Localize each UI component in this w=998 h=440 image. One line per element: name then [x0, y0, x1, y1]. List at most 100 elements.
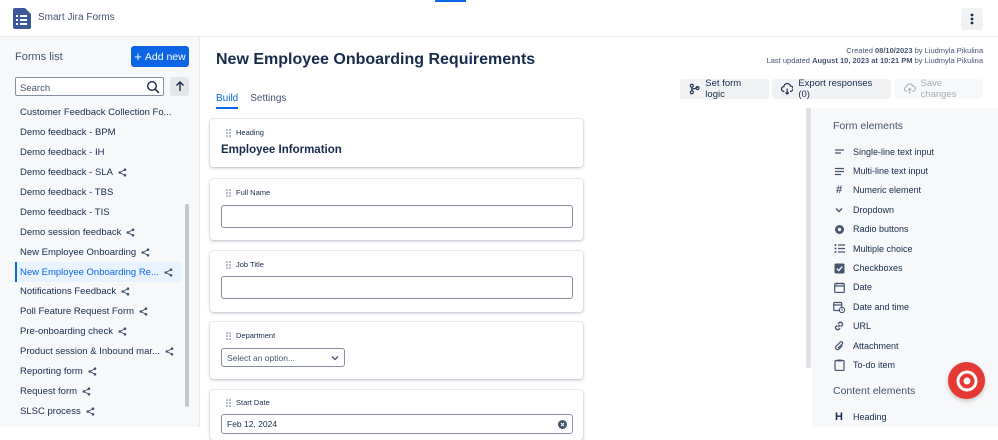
form-list-item[interactable]: New Employee Onboarding Re... — [15, 262, 181, 283]
element-item-label: Attachment — [853, 340, 899, 351]
full-name-card[interactable]: Full Name — [210, 179, 583, 240]
element-item[interactable]: # Numeric element — [833, 181, 993, 200]
field-label: Start Date — [236, 398, 270, 407]
more-options-button[interactable] — [961, 8, 983, 30]
tab-build[interactable]: Build — [216, 93, 239, 109]
share-icon — [141, 248, 150, 257]
checkbox-icon — [833, 262, 845, 274]
form-list-item-label: Request form — [20, 385, 78, 397]
save-changes-button[interactable]: Save changes — [895, 78, 983, 100]
heading-card[interactable]: Heading Employee Information — [210, 119, 583, 167]
job-title-input[interactable] — [221, 276, 573, 299]
element-item[interactable]: Radio buttons — [833, 220, 993, 239]
radio-icon — [833, 223, 845, 235]
form-list-item[interactable]: Poll Feature Request Form — [15, 302, 181, 322]
form-list-item[interactable]: Pre-onboarding check — [15, 322, 181, 342]
form-list-item[interactable]: Demo feedback - IH — [15, 143, 181, 163]
drag-handle-icon[interactable] — [226, 398, 231, 407]
search-icon[interactable] — [146, 80, 160, 94]
element-item-label: Radio buttons — [853, 224, 909, 235]
drag-handle-icon[interactable] — [226, 331, 231, 340]
form-list-item[interactable]: New Employee Onboarding — [15, 242, 181, 262]
element-item-label: Date — [853, 282, 873, 293]
element-item-label: Multiple choice — [853, 243, 913, 254]
todo-icon — [833, 359, 845, 371]
paperclip-icon — [833, 340, 845, 352]
start-date-card[interactable]: Start Date Feb 12, 2024 — [210, 390, 583, 440]
form-list-icon — [13, 8, 31, 29]
drag-handle-icon[interactable] — [226, 260, 231, 269]
form-list-item[interactable]: Demo feedback - BPM — [15, 123, 181, 143]
canvas-scrollbar[interactable] — [806, 108, 811, 368]
element-item[interactable]: Dropdown — [833, 200, 993, 219]
form-list-item[interactable]: SLSC process — [15, 401, 181, 421]
start-date-input[interactable]: Feb 12, 2024 — [221, 414, 573, 434]
department-select[interactable]: Select an option... — [221, 348, 345, 367]
share-icon — [164, 267, 173, 277]
form-list-item[interactable]: Reporting form — [15, 362, 181, 382]
single-line-icon — [833, 146, 845, 158]
save-changes-label: Save changes — [920, 78, 957, 100]
department-placeholder: Select an option... — [227, 352, 296, 363]
sort-button[interactable] — [170, 77, 189, 96]
form-list-item-label: Notifications Feedback — [20, 286, 117, 298]
more-vertical-icon — [970, 13, 974, 25]
hash-icon: # — [835, 184, 843, 197]
heading-icon: H — [835, 410, 843, 423]
element-item[interactable]: URL — [833, 317, 993, 336]
element-item[interactable]: Multi-line text input — [833, 161, 993, 180]
full-name-input[interactable] — [221, 205, 573, 228]
calendar-icon — [833, 281, 845, 293]
set-form-logic-button[interactable]: Set form logic — [680, 78, 769, 100]
form-list-item-label: Demo feedback - SLA — [20, 167, 113, 179]
add-new-button[interactable]: + Add new — [131, 46, 189, 67]
form-list-item-label: Demo feedback - TIS — [20, 206, 110, 218]
form-list-item-label: Demo feedback - TBS — [20, 187, 114, 198]
drag-handle-icon[interactable] — [226, 128, 231, 137]
form-list-item-label: Demo session feedback — [20, 226, 122, 238]
share-icon — [165, 347, 174, 356]
form-title: New Employee Onboarding Requirements — [216, 51, 536, 68]
share-icon — [121, 287, 130, 297]
search-input[interactable] — [16, 80, 136, 97]
form-list-item[interactable]: Notifications Feedback — [15, 282, 181, 302]
sidebar-scrollbar[interactable] — [185, 204, 189, 407]
form-list-item[interactable]: Demo feedback - TIS — [15, 202, 181, 222]
form-meta: Created 08/10/2023 by Liudmyla Pikulina … — [767, 46, 983, 66]
top-accent-line — [435, 0, 466, 2]
element-item[interactable]: H Heading — [833, 407, 993, 426]
search-box — [15, 77, 164, 97]
cloud-download-icon — [781, 83, 794, 95]
help-button[interactable] — [948, 362, 985, 399]
drag-handle-icon[interactable] — [226, 188, 231, 197]
form-list-item[interactable]: Demo feedback - SLA — [15, 163, 181, 183]
form-list-item[interactable]: Demo session feedback — [15, 222, 181, 242]
plus-icon: + — [134, 48, 142, 64]
form-list-item[interactable]: Product session & Inbound mar... — [15, 342, 181, 362]
share-icon — [126, 228, 135, 237]
element-item[interactable]: Single-line text input — [833, 142, 993, 161]
tab-settings[interactable]: Settings — [250, 93, 286, 109]
element-item[interactable]: Attachment — [833, 336, 993, 355]
job-title-card[interactable]: Job Title — [210, 251, 583, 312]
export-responses-label: Export responses (0) — [798, 78, 873, 100]
element-item[interactable]: Date and time — [833, 297, 993, 316]
department-card[interactable]: Department Select an option... — [210, 322, 583, 379]
list-icon — [833, 243, 845, 255]
element-item[interactable]: Multiple choice — [833, 239, 993, 258]
form-elements-title: Form elements — [833, 120, 904, 132]
form-list-item[interactable]: Demo feedback - TBS — [15, 183, 181, 203]
element-item[interactable]: Checkboxes — [833, 258, 993, 277]
heading-text: Employee Information — [221, 144, 342, 156]
created-line: Created 08/10/2023 by Liudmyla Pikulina — [846, 46, 983, 55]
share-icon — [86, 407, 95, 416]
form-list-item[interactable]: Customer Feedback Collection Fo... — [15, 103, 181, 123]
form-list-item-label: Demo feedback - IH — [20, 147, 105, 159]
clear-icon[interactable] — [558, 420, 567, 429]
forms-sidebar: Forms list + Add new Customer Feedback C… — [0, 37, 200, 427]
export-responses-button[interactable]: Export responses (0) — [772, 78, 891, 100]
start-date-value: Feb 12, 2024 — [227, 419, 278, 429]
form-list-item-label: Reporting form — [20, 366, 83, 378]
element-item[interactable]: Date — [833, 278, 993, 297]
form-list-item[interactable]: Request form — [15, 381, 181, 401]
